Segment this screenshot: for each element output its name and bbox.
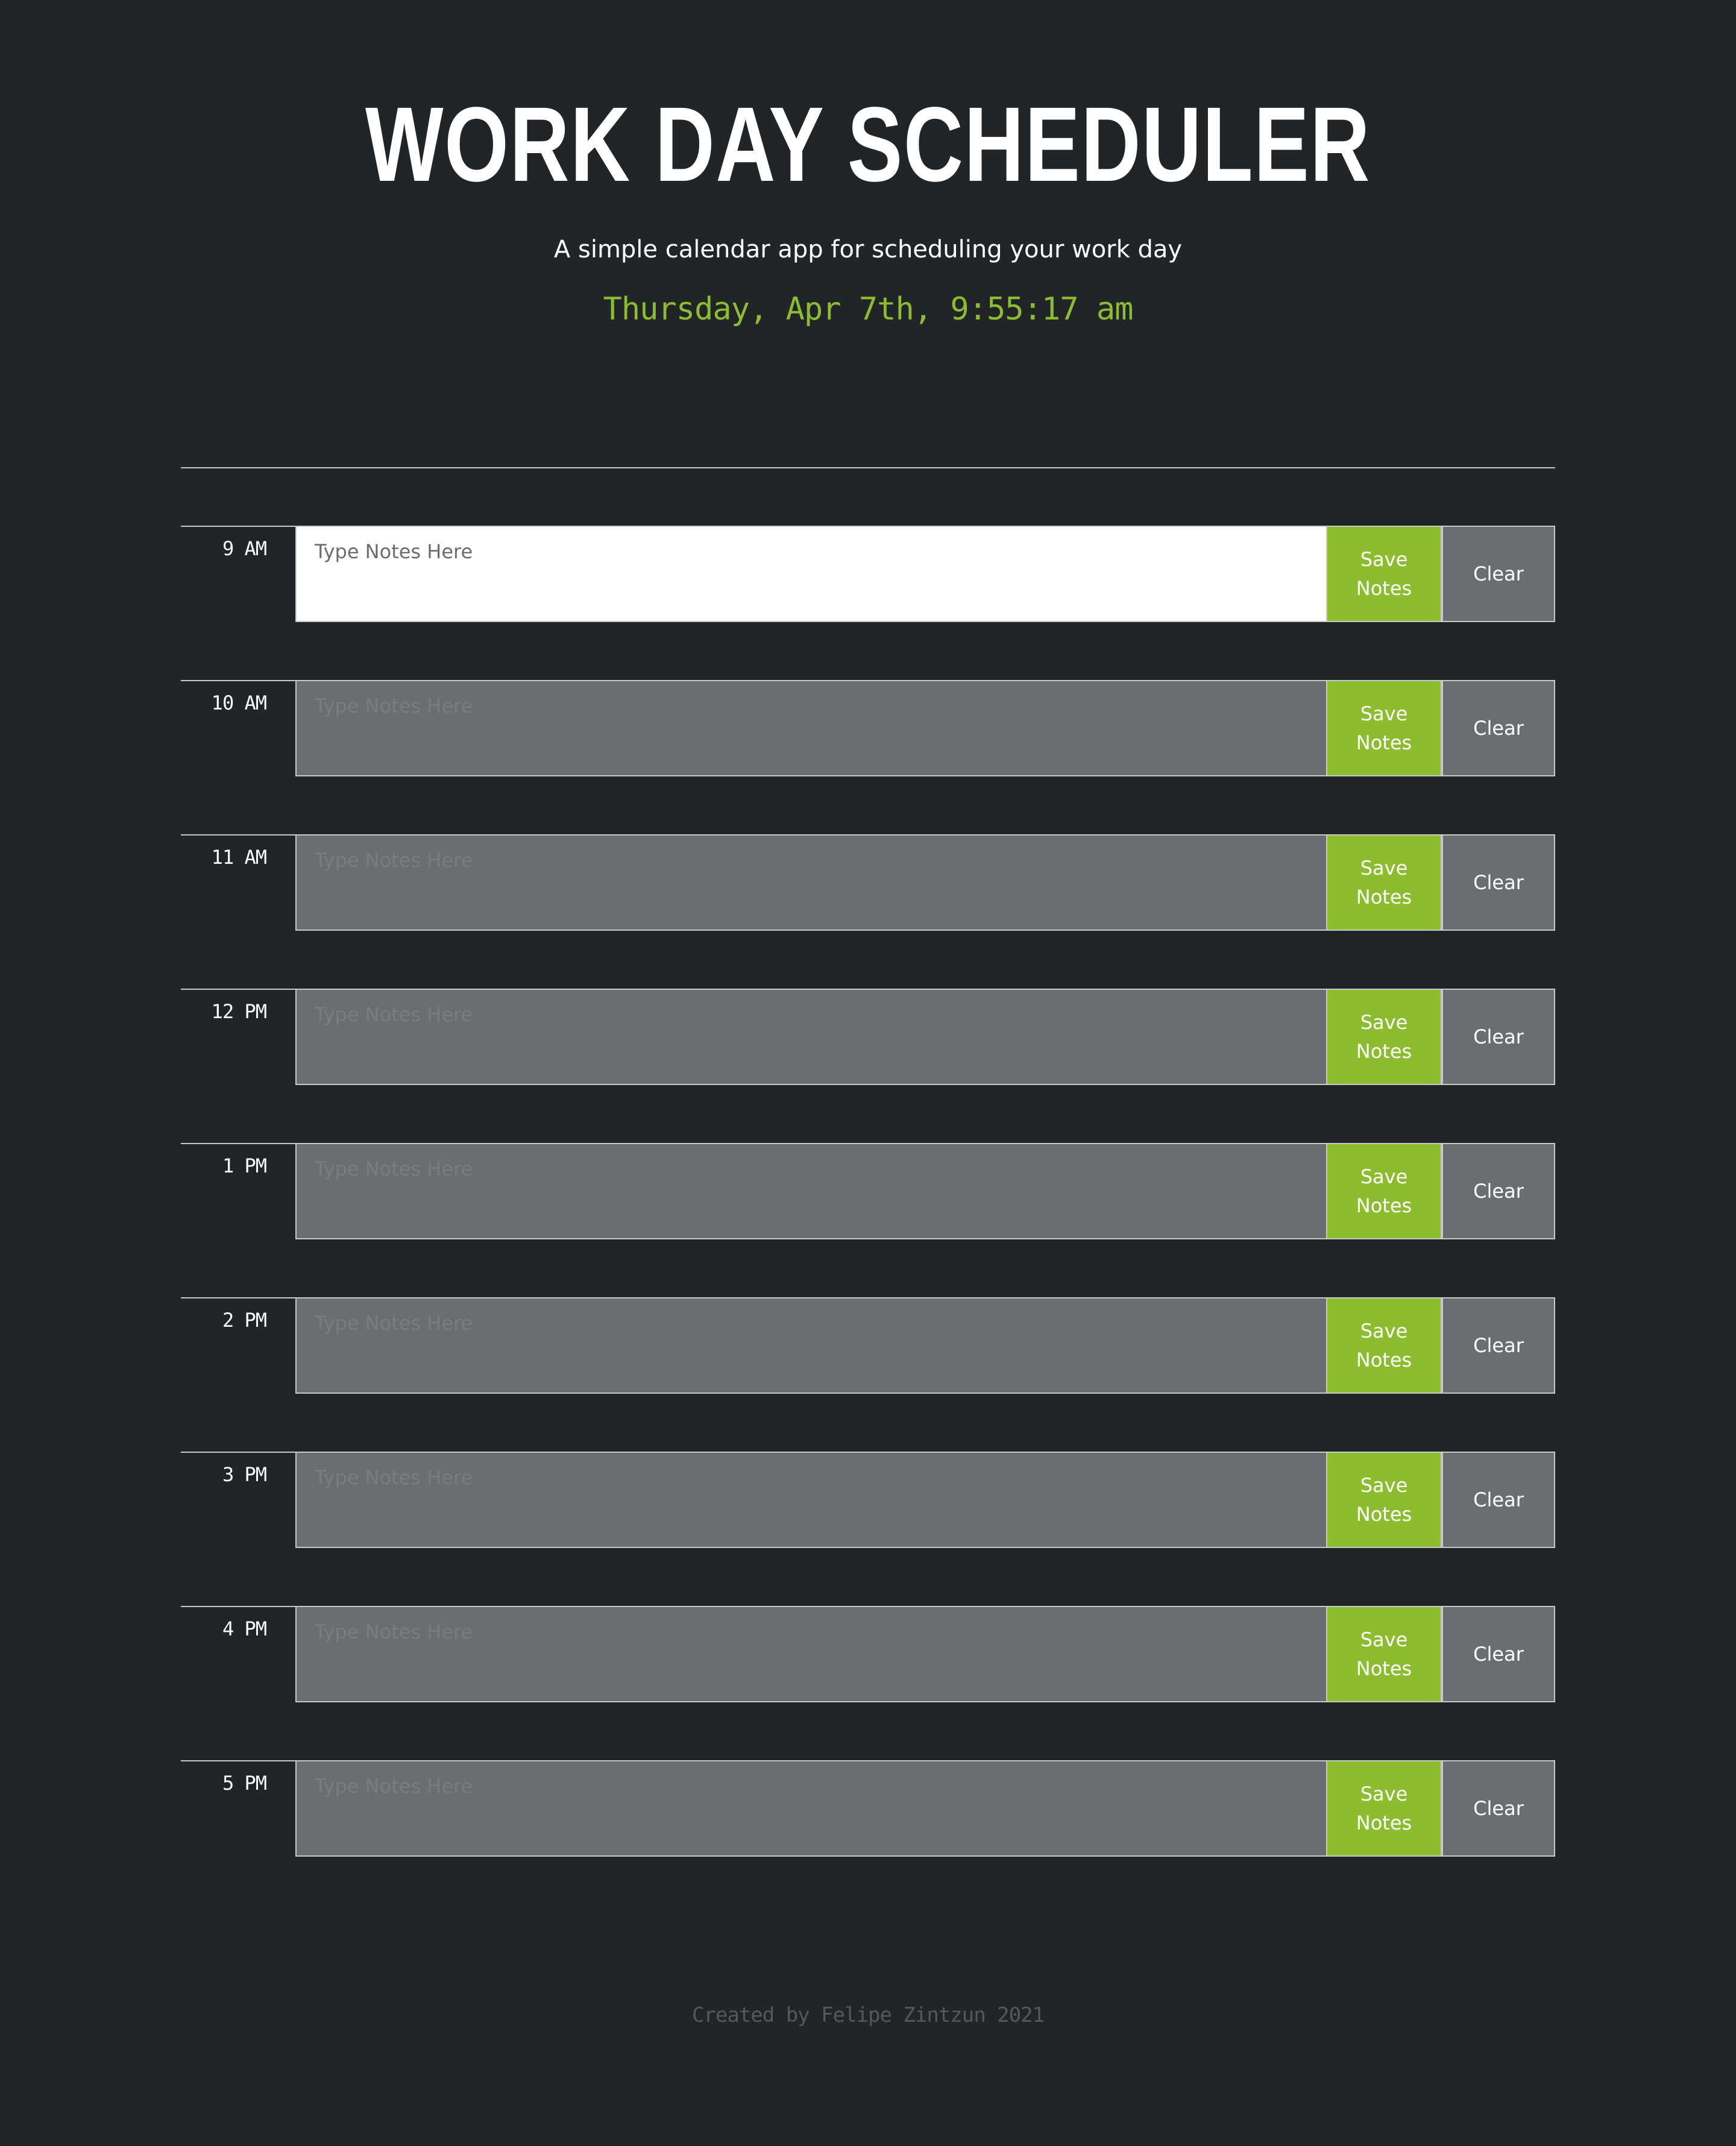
clear-button[interactable]: Clear: [1442, 1606, 1555, 1702]
notes-input[interactable]: [295, 1760, 1327, 1857]
page-footer: Created by Felipe Zintzun 2021: [0, 2000, 1736, 2030]
hour-column: 2 PM: [181, 1297, 295, 1394]
clear-button[interactable]: Clear: [1442, 1760, 1555, 1857]
clear-button[interactable]: Clear: [1442, 526, 1555, 622]
time-block-3pm: 3 PM Save Notes Clear: [181, 1452, 1555, 1548]
hour-column: 1 PM: [181, 1143, 295, 1239]
clear-button[interactable]: Clear: [1442, 1452, 1555, 1548]
hour-label: 12 PM: [211, 1000, 267, 1023]
hour-column: 11 AM: [181, 834, 295, 931]
hour-label: 5 PM: [222, 1772, 267, 1795]
time-block-11am: 11 AM Save Notes Clear: [181, 834, 1555, 931]
clear-button[interactable]: Clear: [1442, 834, 1555, 931]
schedule-container: 9 AM Save Notes Clear 10 AM Save Notes C…: [181, 526, 1555, 1915]
notes-input[interactable]: [295, 834, 1327, 931]
notes-input[interactable]: [295, 680, 1327, 776]
header-divider: [181, 467, 1555, 468]
footer-credit: Created by Felipe Zintzun 2021: [691, 2003, 1045, 2027]
notes-input[interactable]: [295, 989, 1327, 1085]
save-button[interactable]: Save Notes: [1326, 1606, 1442, 1702]
hour-label: 10 AM: [211, 691, 267, 714]
time-block-5pm: 5 PM Save Notes Clear: [181, 1760, 1555, 1857]
page-subtitle: A simple calendar app for scheduling you…: [553, 236, 1183, 263]
hour-label: 3 PM: [222, 1463, 267, 1486]
time-block-4pm: 4 PM Save Notes Clear: [181, 1606, 1555, 1702]
hour-column: 4 PM: [181, 1606, 295, 1702]
save-button[interactable]: Save Notes: [1326, 526, 1442, 622]
hour-column: 9 AM: [181, 526, 295, 622]
save-button[interactable]: Save Notes: [1326, 1452, 1442, 1548]
hour-label: 2 PM: [222, 1309, 267, 1332]
notes-input[interactable]: [295, 1143, 1327, 1239]
save-button[interactable]: Save Notes: [1326, 1297, 1442, 1394]
hour-column: 10 AM: [181, 680, 295, 776]
notes-input[interactable]: [295, 1452, 1327, 1548]
hour-column: 3 PM: [181, 1452, 295, 1548]
save-button[interactable]: Save Notes: [1326, 680, 1442, 776]
hour-label: 9 AM: [222, 537, 267, 560]
hour-label: 11 AM: [211, 846, 267, 869]
clear-button[interactable]: Clear: [1442, 680, 1555, 776]
time-block-12pm: 12 PM Save Notes Clear: [181, 989, 1555, 1085]
current-datetime: Thursday, Apr 7th, 9:55:17 am: [603, 291, 1134, 327]
hour-label: 4 PM: [222, 1617, 267, 1640]
hour-column: 12 PM: [181, 989, 295, 1085]
notes-input[interactable]: [295, 526, 1327, 622]
hour-label: 1 PM: [222, 1154, 267, 1177]
time-block-10am: 10 AM Save Notes Clear: [181, 680, 1555, 776]
time-block-9am: 9 AM Save Notes Clear: [181, 526, 1555, 622]
save-button[interactable]: Save Notes: [1326, 989, 1442, 1085]
page-title: WORK DAY SCHEDULER: [365, 86, 1371, 204]
clear-button[interactable]: Clear: [1442, 989, 1555, 1085]
clear-button[interactable]: Clear: [1442, 1143, 1555, 1239]
clear-button[interactable]: Clear: [1442, 1297, 1555, 1394]
time-block-1pm: 1 PM Save Notes Clear: [181, 1143, 1555, 1239]
save-button[interactable]: Save Notes: [1326, 1143, 1442, 1239]
notes-input[interactable]: [295, 1606, 1327, 1702]
save-button[interactable]: Save Notes: [1326, 1760, 1442, 1857]
time-block-2pm: 2 PM Save Notes Clear: [181, 1297, 1555, 1394]
hour-column: 5 PM: [181, 1760, 295, 1857]
notes-input[interactable]: [295, 1297, 1327, 1394]
save-button[interactable]: Save Notes: [1326, 834, 1442, 931]
